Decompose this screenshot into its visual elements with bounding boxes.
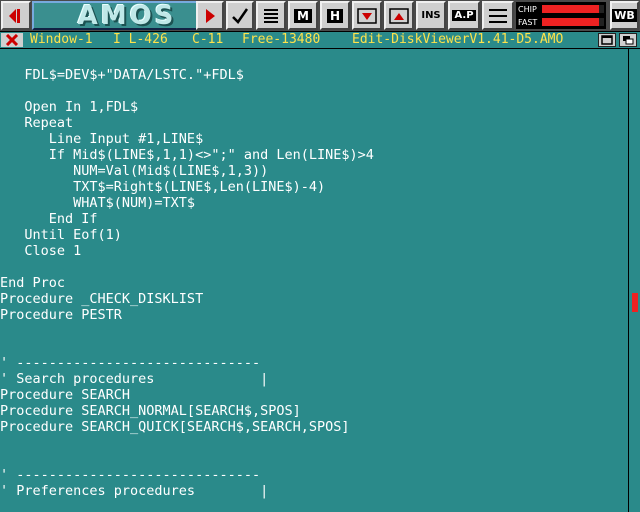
resize-window-button[interactable] <box>598 33 616 47</box>
paste-label: A.P <box>452 10 476 21</box>
close-window-button[interactable] <box>1 33 23 47</box>
code-line: Procedure SEARCH_QUICK[SEARCH$,SEARCH,SP… <box>0 419 350 435</box>
code-editor[interactable]: FDL$=DEV$+"DATA/LSTC."+FDL$ Open In 1,FD… <box>0 49 628 512</box>
window-name: Window-1 <box>30 32 93 47</box>
fold-up-icon <box>389 7 409 24</box>
play-right-icon <box>206 8 215 23</box>
code-line: Repeat <box>0 115 74 131</box>
free-memory: Free-13480 <box>242 32 321 47</box>
fold-button[interactable] <box>352 1 382 30</box>
scroll-thumb[interactable] <box>632 293 638 312</box>
run-button[interactable] <box>196 1 224 30</box>
lines-icon <box>489 8 507 23</box>
checkmark-icon <box>232 7 249 24</box>
code-line: NUM=Val(Mid$(LINE$,1,3)) <box>0 163 269 179</box>
chip-fill <box>542 5 600 13</box>
code-line: End Proc <box>0 275 66 291</box>
amos-logo: AMOS <box>32 0 222 31</box>
vertical-scrollbar[interactable] <box>628 49 640 512</box>
help-button[interactable]: H <box>320 1 350 30</box>
memory-meter: CHIP FAST <box>516 2 606 29</box>
code-line: Until Eof(1) <box>0 227 122 243</box>
fast-meter: FAST <box>518 16 604 28</box>
code-line: WHAT$(NUM)=TXT$ <box>0 195 196 211</box>
code-line: End If <box>0 211 98 227</box>
lines-icon <box>264 8 278 23</box>
code-line: Procedure PESTR <box>0 307 122 323</box>
marks-label: M <box>294 8 312 23</box>
wb-label: WB <box>612 9 637 22</box>
logo-text: AMOS <box>77 0 177 31</box>
depth-icon <box>623 36 634 45</box>
status-bar: Window-1 I L-426 C-11 Free-13480 Edit-Di… <box>0 31 640 49</box>
code-line: ' ------------------------------ <box>0 467 261 483</box>
fast-label: FAST <box>518 17 538 27</box>
fast-fill <box>542 18 600 26</box>
column-number: C-11 <box>192 32 224 47</box>
chip-meter: CHIP <box>518 3 604 15</box>
lines-button[interactable] <box>482 1 514 30</box>
close-icon <box>5 34 19 46</box>
code-line: ' Preferences procedures | <box>0 483 269 499</box>
fold-down-icon <box>357 7 377 24</box>
test-button[interactable] <box>226 1 254 30</box>
line-number: I L-426 <box>113 32 168 47</box>
unfold-button[interactable] <box>384 1 414 30</box>
help-label: H <box>326 8 344 23</box>
code-line: Procedure SEARCH <box>0 387 131 403</box>
code-line: ' ------------------------------ <box>0 355 261 371</box>
workbench-button[interactable]: WB <box>610 1 639 30</box>
toolbar: AMOS M H INS A.P CHIP FAST WB <box>0 0 640 31</box>
window-icon <box>601 35 613 45</box>
insert-label: INS <box>421 10 441 21</box>
marks-button[interactable]: M <box>288 1 318 30</box>
code-line: ' Search procedures | <box>0 371 269 387</box>
paste-button[interactable]: A.P <box>448 1 480 30</box>
code-line: If Mid$(LINE$,1,1)<>";" and Len(LINE$)>4 <box>0 147 374 163</box>
indent-button[interactable] <box>256 1 286 30</box>
code-line: TXT$=Right$(LINE$,Len(LINE$)-4) <box>0 179 326 195</box>
prev-button[interactable] <box>1 1 31 30</box>
code-line: FDL$=DEV$+"DATA/LSTC."+FDL$ <box>0 67 244 83</box>
code-line: Line Input #1,LINE$ <box>0 131 204 147</box>
insert-button[interactable]: INS <box>416 1 446 30</box>
code-line: Procedure SEARCH_NORMAL[SEARCH$,SPOS] <box>0 403 301 419</box>
code-line: Procedure _CHECK_DISKLIST <box>0 291 204 307</box>
window-title: Edit-DiskViewerV1.41-D5.AMO <box>352 32 564 47</box>
chip-label: CHIP <box>518 4 537 14</box>
code-line: Close 1 <box>0 243 82 259</box>
depth-window-button[interactable] <box>619 33 637 47</box>
code-line: Open In 1,FDL$ <box>0 99 139 115</box>
play-left-icon <box>9 8 20 23</box>
